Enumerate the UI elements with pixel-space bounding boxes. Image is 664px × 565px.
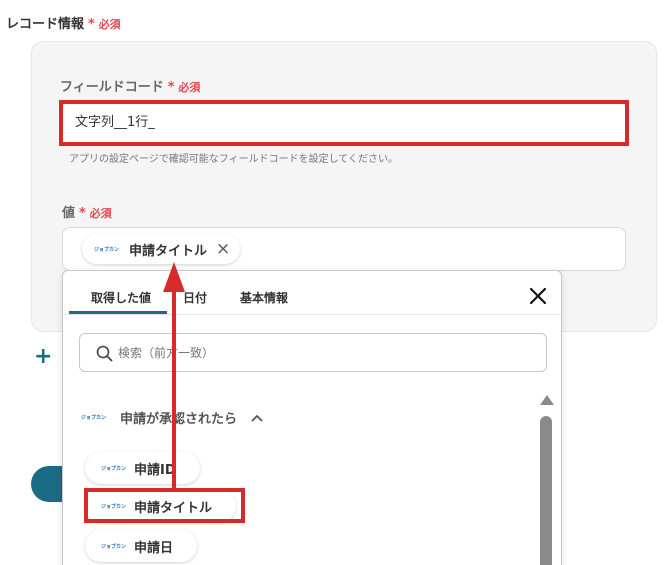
- annotation-arrow: [163, 262, 185, 490]
